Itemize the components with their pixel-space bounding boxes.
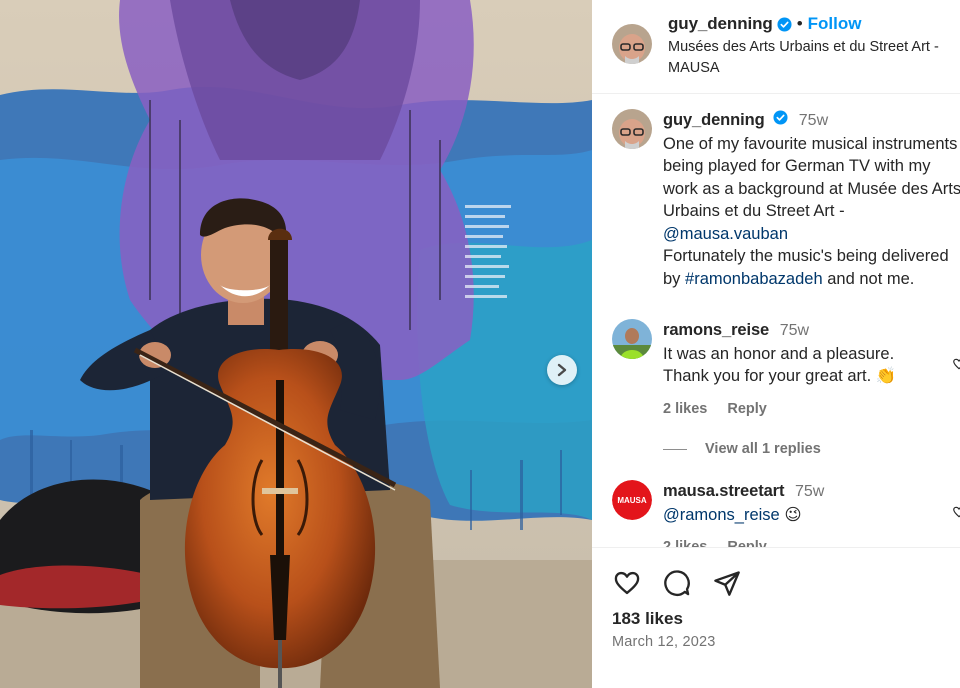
mausa-logo-text: MAUSA (617, 496, 647, 505)
comment-text-line: @ramons_reise 😉 (663, 504, 960, 527)
post-location[interactable]: Musées des Arts Urbains et du Street Art… (668, 37, 958, 79)
comment-time[interactable]: 75w (795, 483, 824, 500)
reply-button[interactable]: Reply (727, 401, 767, 417)
comment-likes-count[interactable]: 2 likes (663, 401, 707, 417)
cellist-photo (0, 0, 592, 688)
caption-line1: One of my favourite musical instruments … (663, 134, 960, 221)
comment-mention-link[interactable]: @ramons_reise (663, 506, 780, 524)
comment-item: MAUSA mausa.streetart 75w @ramons_reise … (612, 480, 960, 547)
comments-list[interactable]: guy_denning 75w One of my favourite musi… (592, 95, 960, 547)
comment-item: ramons_reise 75w It was an honor and a p… (612, 319, 960, 420)
heart-icon (614, 571, 640, 595)
comment-text-line: Thank you for your great art. 👏 (663, 365, 960, 388)
share-button[interactable] (712, 568, 742, 598)
share-icon (714, 571, 740, 596)
caption-text: One of my favourite musical instruments … (663, 133, 960, 291)
caption-author-avatar[interactable] (612, 109, 652, 149)
clapping-emoji: 👏 (875, 367, 897, 385)
caption-mention-link[interactable]: @mausa.vauban (663, 225, 788, 243)
comment-body: ramons_reise 75w It was an honor and a p… (663, 319, 960, 420)
post-side-panel: guy_denning • Follow Musées des Arts Urb… (592, 0, 960, 688)
verified-badge-icon (777, 16, 792, 32)
comment-icon (664, 570, 690, 597)
post-actions: 183 likes March 12, 2023 (592, 547, 960, 688)
caption-line2-end: and not me. (827, 269, 915, 288)
view-replies-toggle[interactable]: View all 1 replies (663, 441, 821, 457)
next-photo-button[interactable] (547, 355, 577, 385)
comment-likes-count[interactable]: 2 likes (663, 539, 707, 547)
caption-comment: guy_denning 75w One of my favourite musi… (612, 109, 960, 290)
post-date[interactable]: March 12, 2023 (612, 634, 716, 650)
comment-author[interactable]: mausa.streetart (663, 482, 785, 500)
caption-time[interactable]: 75w (799, 112, 828, 129)
view-replies-label: View all 1 replies (705, 441, 821, 457)
caption-body: guy_denning 75w One of my favourite musi… (663, 109, 960, 290)
winking-emoji: 😉 (784, 505, 802, 524)
commenter-avatar[interactable]: MAUSA (612, 480, 652, 520)
verified-badge-icon (773, 110, 788, 125)
author-username[interactable]: guy_denning (668, 14, 773, 34)
comment-button[interactable] (662, 568, 692, 598)
comment-time[interactable]: 75w (780, 322, 809, 339)
chevron-right-icon (557, 363, 567, 377)
comment-text: Thank you for your great art. (663, 367, 872, 385)
commenter-avatar[interactable] (612, 319, 652, 359)
comment-body: mausa.streetart 75w @ramons_reise 😉 2 li… (663, 480, 960, 547)
likes-count[interactable]: 183 likes (612, 609, 683, 629)
separator-dot: • (796, 14, 803, 33)
comment-like-heart-icon[interactable] (952, 357, 960, 371)
follow-button[interactable]: Follow (808, 14, 862, 34)
comment-text-line: It was an honor and a pleasure. (663, 344, 895, 363)
action-icons (612, 568, 762, 598)
author-avatar[interactable] (612, 24, 652, 64)
like-button[interactable] (612, 568, 642, 598)
reply-button[interactable]: Reply (727, 539, 767, 547)
caption-header: guy_denning 75w (663, 109, 960, 133)
comment-like-heart-icon[interactable] (952, 505, 960, 519)
comment-meta: 2 likes Reply (663, 398, 960, 421)
replies-divider-line (663, 448, 687, 450)
post-header: guy_denning • Follow Musées des Arts Urb… (592, 0, 960, 94)
comment-meta: 2 likes Reply (663, 536, 960, 547)
comment-author[interactable]: ramons_reise (663, 321, 769, 339)
post-photo (0, 0, 592, 688)
header-line: guy_denning • Follow (668, 14, 861, 34)
caption-hashtag-link[interactable]: #ramonbabazadeh (685, 270, 823, 288)
caption-author[interactable]: guy_denning (663, 111, 765, 129)
